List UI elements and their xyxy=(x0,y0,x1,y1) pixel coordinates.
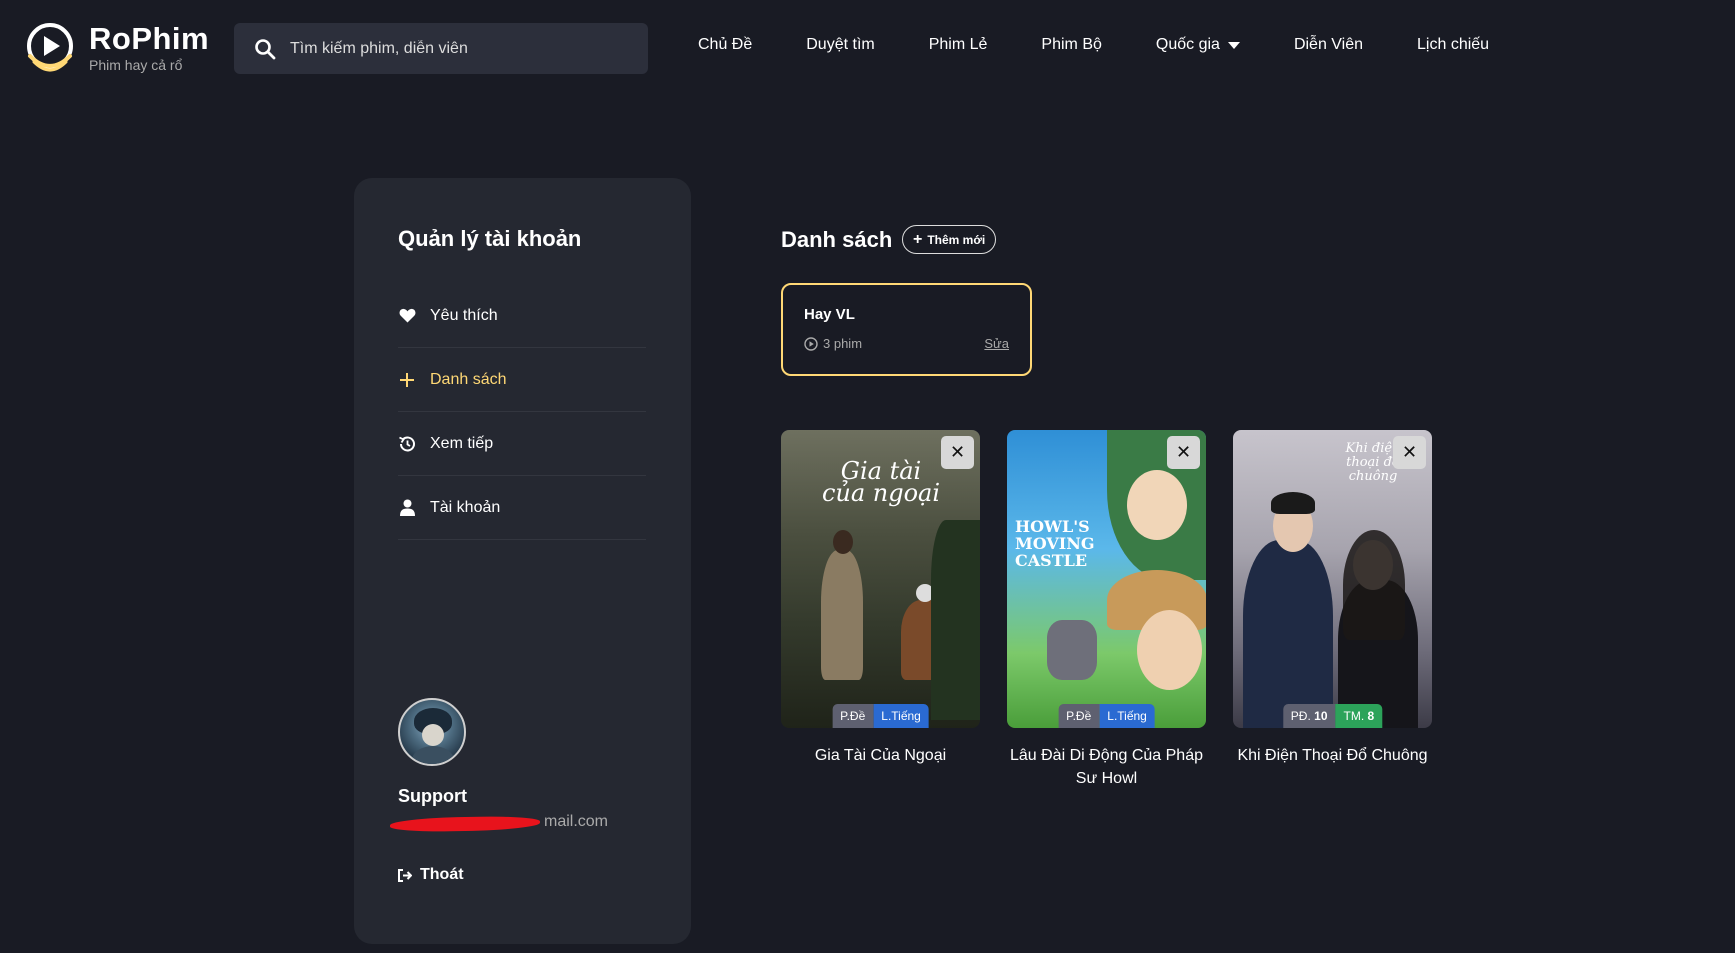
nav-label: Phim Lẻ xyxy=(928,36,988,53)
site-header: RoPhim Phim hay cả rổ Chủ Đề Duyệt tìm P… xyxy=(0,0,1735,96)
nav-phim-bo[interactable]: Phim Bộ xyxy=(1041,36,1101,54)
badge-value: 10 xyxy=(1314,709,1328,723)
movie-poster[interactable]: Khi điện thoại đổ chuông ✕ PĐ. 10 TM. 8 xyxy=(1233,430,1432,728)
remove-movie-button[interactable]: ✕ xyxy=(1167,436,1200,469)
logo[interactable]: RoPhim Phim hay cả rổ xyxy=(24,22,209,74)
add-list-label: Thêm mới xyxy=(927,232,986,247)
playlist-count-text: 3 phim xyxy=(823,336,863,351)
nav-label: Lịch chiếu xyxy=(1417,36,1490,53)
profile-name: Support xyxy=(398,786,467,806)
nav-quoc-gia-dropdown[interactable]: Quốc gia xyxy=(1156,36,1240,54)
menu-item-continue-watching[interactable]: Xem tiếp xyxy=(398,412,646,476)
caret-down-icon xyxy=(1227,41,1240,49)
badge-prefix: PĐ. xyxy=(1290,709,1311,723)
logout-label: Thoát xyxy=(420,866,464,883)
profile-email: mail.com xyxy=(389,813,608,833)
nav-phim-le[interactable]: Phim Lẻ xyxy=(929,36,988,54)
movie-badges: P.Đề L.Tiếng xyxy=(1058,704,1155,728)
poster-title-text: HOWL'S MOVING CASTLE xyxy=(1015,517,1095,570)
account-sidebar: Quản lý tài khoản Yêu thích Danh sách Xe… xyxy=(354,178,691,944)
search-input[interactable] xyxy=(290,39,630,58)
badge-dubbed: L.Tiếng xyxy=(873,704,929,728)
nav-duyet-tim[interactable]: Duyệt tìm xyxy=(806,36,874,54)
remove-movie-button[interactable]: ✕ xyxy=(941,436,974,469)
sidebar-title: Quản lý tài khoản xyxy=(398,226,582,251)
search-box[interactable] xyxy=(234,23,648,74)
nav-label: Phim Bộ xyxy=(1041,36,1102,53)
menu-item-label: Yêu thích xyxy=(430,306,498,324)
movie-poster[interactable]: HOWL'S MOVING CASTLE ✕ P.Đề L.Tiếng xyxy=(1007,430,1206,728)
playlist-card[interactable]: Hay VL 3 phim Sửa xyxy=(781,283,1032,376)
search-icon xyxy=(255,38,276,59)
user-icon xyxy=(398,499,416,517)
heart-icon xyxy=(398,307,416,325)
movie-poster[interactable]: Gia tài của ngoại ✕ P.Đề L.Tiếng xyxy=(781,430,980,728)
menu-item-favorites[interactable]: Yêu thích xyxy=(398,284,646,348)
playlist-name: Hay VL xyxy=(804,306,855,323)
logo-tagline: Phim hay cả rổ xyxy=(89,56,183,73)
badge-dubbed-episodes: TM. 8 xyxy=(1335,704,1383,728)
movie-badges: PĐ. 10 TM. 8 xyxy=(1282,704,1383,728)
history-icon xyxy=(398,435,416,453)
menu-item-lists[interactable]: Danh sách xyxy=(398,348,646,412)
menu-item-label: Danh sách xyxy=(430,370,507,388)
logo-name: RoPhim xyxy=(89,20,210,56)
badge-subtitle-episodes: PĐ. 10 xyxy=(1282,704,1336,728)
plus-icon xyxy=(398,371,416,389)
menu-item-label: Tài khoản xyxy=(430,498,501,516)
badge-subtitle: P.Đề xyxy=(832,704,874,728)
play-logo-icon xyxy=(27,23,73,72)
menu-item-account[interactable]: Tài khoản xyxy=(398,476,646,540)
play-circle-icon xyxy=(804,336,818,351)
badge-value: 8 xyxy=(1367,709,1375,723)
nav-lich-chieu[interactable]: Lịch chiếu xyxy=(1417,36,1489,54)
main-nav: Chủ Đề Duyệt tìm Phim Lẻ Phim Bộ Quốc gi… xyxy=(698,36,1543,54)
user-profile: Support mail.com xyxy=(389,698,608,833)
logout-icon xyxy=(398,868,412,882)
logout-button[interactable]: Thoát xyxy=(398,866,464,884)
add-list-button[interactable]: + Thêm mới xyxy=(902,225,997,254)
badge-prefix: TM. xyxy=(1343,709,1365,723)
movie-card: Khi điện thoại đổ chuông ✕ PĐ. 10 TM. 8 … xyxy=(1233,430,1432,790)
account-menu: Yêu thích Danh sách Xem tiếp Tài khoản xyxy=(398,284,646,540)
nav-chu-de[interactable]: Chủ Đề xyxy=(698,36,752,54)
nav-dien-vien[interactable]: Diễn Viên xyxy=(1294,36,1363,54)
menu-item-label: Xem tiếp xyxy=(430,434,494,452)
avatar[interactable] xyxy=(398,698,466,766)
movie-title[interactable]: Khi Điện Thoại Đổ Chuông xyxy=(1233,744,1432,767)
movie-title[interactable]: Gia Tài Của Ngoại xyxy=(781,744,980,767)
badge-dubbed: L.Tiếng xyxy=(1099,704,1155,728)
movie-card: Gia tài của ngoại ✕ P.Đề L.Tiếng Gia Tài… xyxy=(781,430,980,790)
movie-card: HOWL'S MOVING CASTLE ✕ P.Đề L.Tiếng Lâu … xyxy=(1007,430,1206,790)
edit-playlist-link[interactable]: Sửa xyxy=(984,336,1009,351)
nav-label: Quốc gia xyxy=(1155,36,1220,53)
nav-label: Chủ Đề xyxy=(698,36,753,53)
nav-label: Diễn Viên xyxy=(1293,36,1364,53)
movie-title[interactable]: Lâu Đài Di Động Của Pháp Sư Howl xyxy=(1007,744,1206,790)
plus-icon: + xyxy=(913,230,923,248)
movie-grid: Gia tài của ngoại ✕ P.Đề L.Tiếng Gia Tài… xyxy=(781,430,1459,790)
page-title: Danh sách xyxy=(781,227,893,252)
badge-subtitle: P.Đề xyxy=(1058,704,1100,728)
nav-label: Duyệt tìm xyxy=(806,36,875,53)
movie-badges: P.Đề L.Tiếng xyxy=(832,704,929,728)
remove-movie-button[interactable]: ✕ xyxy=(1393,436,1426,469)
poster-title-text: Gia tài của ngoại xyxy=(821,457,941,507)
playlist-count: 3 phim xyxy=(804,336,862,351)
